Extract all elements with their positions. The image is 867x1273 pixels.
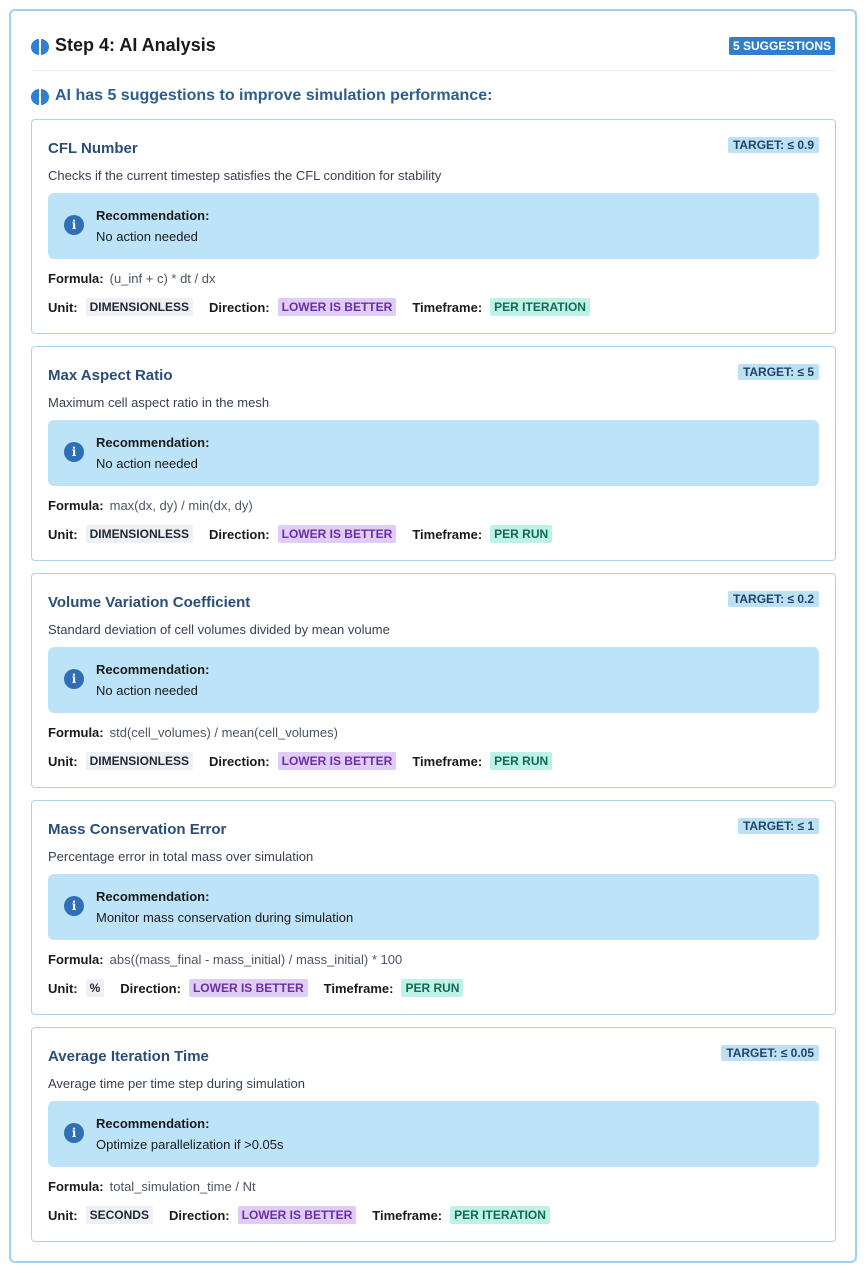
unit-label: Unit:: [48, 526, 78, 542]
target-badge: TARGET: ≤ 1: [737, 818, 819, 834]
meta-row: Unit: DIMENSIONLESS Direction: LOWER IS …: [48, 752, 553, 770]
panel-title: Step 4: AI Analysis: [55, 35, 216, 55]
recommendation-text: No action needed: [96, 683, 198, 698]
recommendation-box: i Recommendation: No action needed: [48, 647, 819, 713]
unit-label: Unit:: [48, 980, 78, 996]
recommendation-label: Recommendation:: [96, 889, 210, 904]
direction-label: Direction:: [208, 526, 270, 542]
info-icon: i: [64, 896, 84, 916]
target-badge: TARGET: ≤ 0.9: [727, 137, 819, 153]
recommendation-box: i Recommendation: Optimize parallelizati…: [48, 1101, 819, 1167]
formula-value: max(dx, dy) / min(dx, dy): [109, 498, 253, 513]
direction-label: Direction:: [208, 753, 270, 769]
formula-row: Formula: (u_inf + c) * dt / dx: [48, 271, 215, 286]
timeframe-tag: PER RUN: [490, 525, 553, 543]
info-icon: i: [64, 215, 84, 235]
timeframe-tag: PER RUN: [401, 979, 464, 997]
unit-tag: DIMENSIONLESS: [85, 752, 193, 770]
timeframe-label: Timeframe:: [323, 980, 394, 996]
direction-tag: LOWER IS BETTER: [277, 298, 397, 316]
recommendation-label: Recommendation:: [96, 1116, 210, 1131]
target-badge: TARGET: ≤ 0.05: [721, 1045, 819, 1061]
formula-row: Formula: max(dx, dy) / min(dx, dy): [48, 498, 253, 513]
formula-label: Formula:: [48, 271, 104, 286]
suggestion-card: Average Iteration Time TARGET: ≤ 0.05 Av…: [31, 1027, 836, 1242]
timeframe-label: Timeframe:: [412, 753, 483, 769]
unit-label: Unit:: [48, 299, 78, 315]
card-title: CFL Number: [48, 140, 138, 157]
card-title: Mass Conservation Error: [48, 821, 227, 838]
timeframe-tag: PER ITERATION: [490, 298, 590, 316]
recommendation-text: Monitor mass conservation during simulat…: [96, 910, 354, 925]
timeframe-label: Timeframe:: [412, 526, 483, 542]
unit-label: Unit:: [48, 1207, 78, 1223]
brain-icon: [31, 89, 49, 105]
card-title: Volume Variation Coefficient: [48, 594, 251, 611]
formula-value: abs((mass_final - mass_initial) / mass_i…: [109, 952, 403, 967]
target-badge: TARGET: ≤ 5: [737, 364, 819, 380]
suggestion-card: Max Aspect Ratio TARGET: ≤ 5 Maximum cel…: [31, 346, 836, 561]
direction-label: Direction:: [168, 1207, 230, 1223]
recommendation-box: i Recommendation: No action needed: [48, 420, 819, 486]
recommendation-text: No action needed: [96, 456, 198, 471]
formula-label: Formula:: [48, 952, 104, 967]
timeframe-label: Timeframe:: [412, 299, 483, 315]
suggestion-card: Mass Conservation Error TARGET: ≤ 1 Perc…: [31, 800, 836, 1015]
meta-row: Unit: DIMENSIONLESS Direction: LOWER IS …: [48, 298, 590, 316]
card-description: Standard deviation of cell volumes divid…: [48, 622, 390, 637]
info-icon: i: [64, 442, 84, 462]
intro-message: AI has 5 suggestions to improve simulati…: [31, 87, 492, 105]
timeframe-tag: PER RUN: [490, 752, 553, 770]
direction-tag: LOWER IS BETTER: [277, 752, 397, 770]
card-description: Average time per time step during simula…: [48, 1076, 305, 1091]
direction-tag: LOWER IS BETTER: [237, 1206, 357, 1224]
direction-label: Direction:: [208, 299, 270, 315]
recommendation-box: i Recommendation: No action needed: [48, 193, 819, 259]
recommendation-label: Recommendation:: [96, 435, 210, 450]
timeframe-tag: PER ITERATION: [450, 1206, 550, 1224]
suggestion-card: CFL Number TARGET: ≤ 0.9 Checks if the c…: [31, 119, 836, 334]
direction-label: Direction:: [120, 980, 181, 996]
formula-value: std(cell_volumes) / mean(cell_volumes): [109, 725, 338, 740]
recommendation-text: No action needed: [96, 229, 198, 244]
unit-tag: DIMENSIONLESS: [85, 298, 193, 316]
formula-label: Formula:: [48, 725, 104, 740]
recommendation-text: Optimize parallelization if >0.05s: [96, 1137, 284, 1152]
unit-tag: %: [85, 979, 105, 997]
info-icon: i: [64, 1123, 84, 1143]
meta-row: Unit: SECONDS Direction: LOWER IS BETTER…: [48, 1206, 550, 1224]
meta-row: Unit: % Direction: LOWER IS BETTER Timef…: [48, 979, 464, 997]
card-title: Max Aspect Ratio: [48, 367, 173, 384]
meta-row: Unit: DIMENSIONLESS Direction: LOWER IS …: [48, 525, 553, 543]
card-description: Maximum cell aspect ratio in the mesh: [48, 395, 270, 410]
card-title: Average Iteration Time: [48, 1048, 209, 1065]
recommendation-label: Recommendation:: [96, 662, 210, 677]
info-icon: i: [64, 669, 84, 689]
formula-value: total_simulation_time / Nt: [109, 1179, 256, 1194]
target-badge: TARGET: ≤ 0.2: [727, 591, 819, 607]
formula-row: Formula: total_simulation_time / Nt: [48, 1179, 256, 1194]
card-description: Percentage error in total mass over simu…: [48, 849, 314, 864]
formula-label: Formula:: [48, 1179, 104, 1194]
recommendation-box: i Recommendation: Monitor mass conservat…: [48, 874, 819, 940]
ai-analysis-panel: Step 4: AI Analysis 5 SUGGESTIONS AI has…: [9, 9, 857, 1263]
formula-row: Formula: abs((mass_final - mass_initial) …: [48, 952, 402, 967]
formula-row: Formula: std(cell_volumes) / mean(cell_vo…: [48, 725, 338, 740]
direction-tag: LOWER IS BETTER: [188, 979, 308, 997]
intro-text: AI has 5 suggestions to improve simulati…: [55, 87, 493, 104]
unit-tag: SECONDS: [85, 1206, 153, 1224]
suggestions-count-badge: 5 SUGGESTIONS: [728, 37, 835, 55]
timeframe-label: Timeframe:: [372, 1207, 443, 1223]
brain-icon: [31, 39, 49, 55]
card-description: Checks if the current timestep satisfies…: [48, 168, 442, 183]
recommendation-label: Recommendation:: [96, 208, 210, 223]
suggestion-card: Volume Variation Coefficient TARGET: ≤ 0…: [31, 573, 836, 788]
formula-label: Formula:: [48, 498, 104, 513]
formula-value: (u_inf + c) * dt / dx: [109, 271, 216, 286]
unit-label: Unit:: [48, 753, 78, 769]
unit-tag: DIMENSIONLESS: [85, 525, 193, 543]
panel-header: Step 4: AI Analysis 5 SUGGESTIONS: [31, 33, 835, 71]
direction-tag: LOWER IS BETTER: [277, 525, 397, 543]
